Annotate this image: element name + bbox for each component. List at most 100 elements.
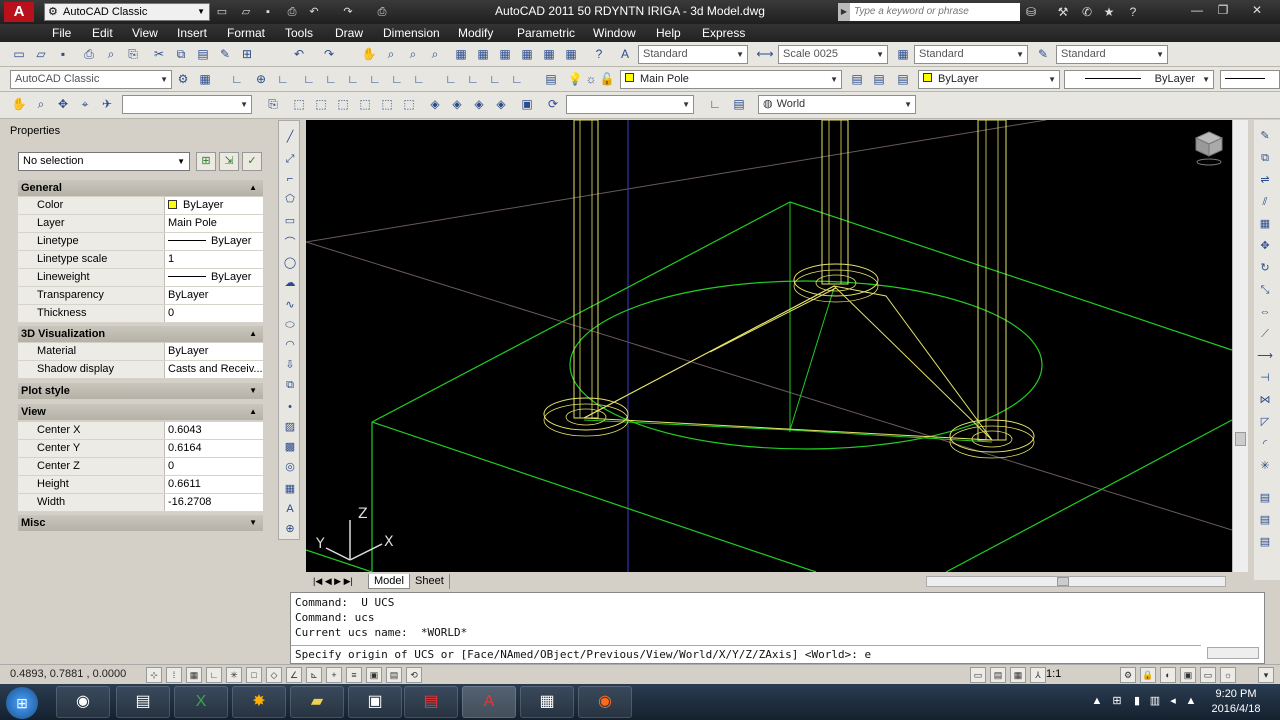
redo-icon[interactable]: ↷	[320, 45, 338, 63]
ucs-dropdown[interactable]: ◍ World ▼	[758, 95, 916, 114]
color-dropdown[interactable]: ByLayer ▼	[918, 70, 1060, 89]
undo-icon[interactable]: ↶	[290, 45, 308, 63]
array-icon[interactable]: ▦	[1257, 216, 1273, 232]
menu-tools[interactable]: Tools	[285, 26, 313, 40]
hardware-accel-icon[interactable]: ▣	[1180, 667, 1196, 683]
menu-draw[interactable]: Draw	[335, 26, 363, 40]
bring-front-icon[interactable]: ▤	[1257, 512, 1273, 528]
menu-express[interactable]: Express	[702, 26, 745, 40]
autocad-task-icon[interactable]: A	[462, 686, 516, 718]
layer-lock-icon[interactable]: 🔓	[598, 70, 616, 88]
zoom-icon[interactable]: ⌕	[32, 95, 50, 113]
trim-icon[interactable]: ⟋	[1257, 326, 1273, 342]
publish-icon[interactable]: ⎘	[124, 45, 142, 63]
excel-task-icon[interactable]: X	[174, 686, 228, 718]
command-prompt[interactable]: Specify origin of UCS or [Face/NAmed/OBj…	[295, 648, 871, 661]
ucs-toolbar-icon[interactable]: ∟	[706, 95, 724, 113]
cut-icon[interactable]: ✂	[150, 45, 168, 63]
layout-icon[interactable]: ▤	[990, 667, 1006, 683]
move-icon[interactable]: ✥	[1257, 238, 1273, 254]
prop-row-center-x[interactable]: Center X 0.6043	[18, 422, 263, 440]
workspace-icon[interactable]: ▦	[196, 70, 214, 88]
isolate-objects-icon[interactable]: ◐	[1160, 667, 1176, 683]
save-icon[interactable]: ▪	[54, 45, 72, 63]
insert-block-icon[interactable]: ⇩	[282, 357, 298, 373]
linetype-dropdown[interactable]: ByLayer ▼	[1064, 70, 1214, 89]
dim-style-dropdown[interactable]: Scale 0025 ▼	[778, 45, 888, 64]
model-viewport[interactable]: Z X Y	[306, 120, 1232, 572]
ucs-icon[interactable]: ∟	[228, 70, 246, 88]
pan-icon[interactable]: ✋	[360, 45, 378, 63]
workspace-settings-icon[interactable]: ⚙	[174, 70, 192, 88]
prop-row-transparency[interactable]: Transparency ByLayer	[18, 287, 263, 305]
prop-row-thickness[interactable]: Thickness 0	[18, 305, 263, 323]
text-style-icon[interactable]: A	[616, 45, 634, 63]
new-icon[interactable]: ▭	[10, 45, 28, 63]
horizontal-scrollbar[interactable]	[926, 576, 1226, 587]
add-selected-icon[interactable]: ⊕	[282, 521, 298, 537]
toggle-pickadd-icon[interactable]: ⊞	[196, 152, 216, 171]
point-icon[interactable]: •	[282, 399, 298, 415]
app-task-icon[interactable]: ✸	[232, 686, 286, 718]
zoom-previous-icon[interactable]: ⌕	[426, 45, 444, 63]
section-3d-visualization[interactable]: 3D Visualization ▲	[18, 326, 263, 342]
open-folder-icon[interactable]: ▱	[238, 4, 254, 20]
properties-icon[interactable]: ▦	[452, 45, 470, 63]
se-iso-icon[interactable]: ◈	[448, 95, 466, 113]
help-icon[interactable]: ?	[1124, 4, 1142, 20]
clock-date[interactable]: 2016/4/18	[1206, 703, 1266, 715]
menu-parametric[interactable]: Parametric	[517, 26, 575, 40]
section-view[interactable]: View ▲	[18, 404, 263, 420]
ucs-x-icon[interactable]: ∟	[442, 70, 460, 88]
zoom-realtime-icon[interactable]: ⌕	[382, 45, 400, 63]
search-expand-icon[interactable]: ▶	[838, 3, 850, 21]
visual-styles-icon[interactable]: ⟳	[544, 95, 562, 113]
plot-icon[interactable]: ⎙	[80, 45, 98, 63]
text-style-dropdown[interactable]: Standard ▼	[638, 45, 748, 64]
folder-task-icon[interactable]: ▰	[290, 686, 344, 718]
menu-window[interactable]: Window	[593, 26, 636, 40]
prop-row-lineweight[interactable]: Lineweight ByLayer	[18, 269, 263, 287]
tab-nav-arrows-icon[interactable]: |◀ ◀ ▶ ▶|	[308, 574, 358, 589]
mirror-icon[interactable]: ⇌	[1257, 172, 1273, 188]
copy-object-icon[interactable]: ⧉	[1257, 150, 1273, 166]
arc-icon[interactable]: ⌒	[282, 235, 298, 251]
menu-help[interactable]: Help	[656, 26, 681, 40]
markup-icon[interactable]: ▦	[540, 45, 558, 63]
ucs-world-icon[interactable]: ⊕	[252, 70, 270, 88]
command-scrollbar[interactable]	[1207, 647, 1259, 659]
ortho-icon[interactable]: ∟	[206, 667, 222, 683]
scrollbar-thumb[interactable]	[1057, 577, 1069, 586]
visual-style-dropdown[interactable]: ▼	[566, 95, 694, 114]
plot-preview-icon[interactable]: ⌕	[102, 45, 120, 63]
construction-line-icon[interactable]: ⤢	[282, 151, 298, 167]
workspace-combo[interactable]: AutoCAD Classic ▼	[10, 70, 172, 89]
prop-row-layer[interactable]: Layer Main Pole	[18, 215, 263, 233]
vertical-scrollbar[interactable]	[1232, 120, 1248, 572]
autocad-logo-icon[interactable]: A	[4, 2, 34, 22]
tool-palettes-icon[interactable]: ▦	[496, 45, 514, 63]
make-current-layer-icon[interactable]: ▤	[848, 70, 866, 88]
clean-screen-icon[interactable]: ▭	[1200, 667, 1216, 683]
back-view-icon[interactable]: ⬚	[400, 95, 418, 113]
viewcube-icon[interactable]	[1192, 128, 1226, 168]
lineweight-dropdown[interactable]	[1220, 70, 1280, 89]
ucs-face-icon[interactable]: ∟	[300, 70, 318, 88]
multiline-text-icon[interactable]: A	[282, 501, 298, 517]
scrollbar-thumb[interactable]	[1235, 432, 1246, 446]
section-plot-style[interactable]: Plot style ▼	[18, 383, 263, 399]
offset-icon[interactable]: ⫽	[1257, 194, 1273, 210]
menu-modify[interactable]: Modify	[458, 26, 493, 40]
rectangle-icon[interactable]: ▭	[282, 213, 298, 229]
layer-dropdown[interactable]: Main Pole ▼	[620, 70, 842, 89]
spline-icon[interactable]: ∿	[282, 297, 298, 313]
help-icon[interactable]: ?	[590, 45, 608, 63]
security-icon[interactable]: ▲	[1184, 694, 1198, 708]
select-objects-icon[interactable]: ⇲	[219, 152, 239, 171]
pan-hand-icon[interactable]: ✋	[10, 95, 28, 113]
menu-format[interactable]: Format	[227, 26, 265, 40]
communication-icon[interactable]: ✆	[1078, 4, 1096, 20]
prop-row-linetype[interactable]: Linetype ByLayer	[18, 233, 263, 251]
3d-osnap-icon[interactable]: ◇	[266, 667, 282, 683]
section-general[interactable]: General ▲	[18, 180, 263, 196]
